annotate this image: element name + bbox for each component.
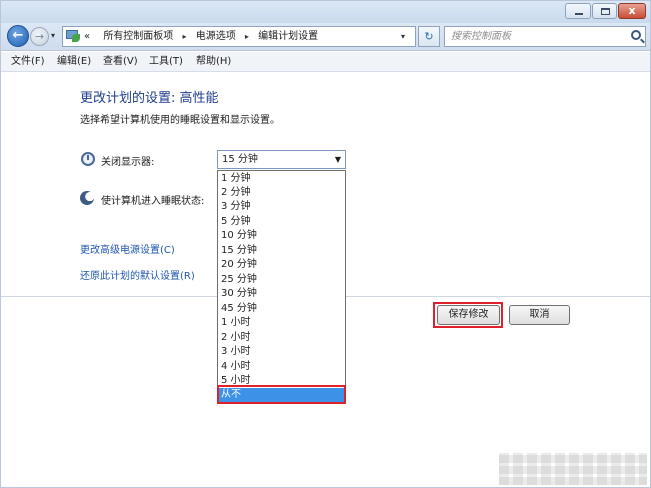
option-10-min[interactable]: 10 分钟 (218, 229, 345, 243)
display-off-select[interactable]: 15 分钟 ▼ (217, 150, 346, 169)
breadcrumb-edit-plan-settings[interactable]: 编辑计划设置 (258, 31, 318, 42)
minimize-icon (575, 13, 583, 15)
minimize-button[interactable] (565, 3, 591, 19)
advanced-power-settings-link[interactable]: 更改高级电源设置(C) (80, 241, 175, 256)
close-icon: x (628, 4, 636, 17)
page-description: 选择希望计算机使用的睡眠设置和显示设置。 (80, 115, 280, 126)
breadcrumb: « 所有控制面板项 ▸ 电源选项 ▸ 编辑计划设置 (84, 27, 318, 46)
display-off-label: 关闭显示器: (101, 157, 155, 168)
display-off-options-list: 1 分钟 2 分钟 3 分钟 5 分钟 10 分钟 15 分钟 20 分钟 25… (217, 170, 346, 404)
search-icon[interactable] (631, 30, 641, 40)
option-1-min[interactable]: 1 分钟 (218, 172, 345, 186)
option-3-min[interactable]: 3 分钟 (218, 200, 345, 214)
breadcrumb-separator-icon[interactable]: ▸ (177, 32, 193, 41)
option-30-min[interactable]: 30 分钟 (218, 287, 345, 301)
recent-pages-dropdown[interactable]: ▾ (51, 31, 55, 40)
breadcrumb-separator-icon (93, 32, 103, 41)
option-5-hour[interactable]: 5 小时 (218, 374, 345, 388)
menu-edit[interactable]: 编辑(E) (57, 52, 91, 71)
title-bar: x (1, 1, 650, 23)
breadcrumb-power-options[interactable]: 电源选项 (196, 31, 236, 42)
sleep-moon-icon (80, 191, 94, 205)
option-20-min[interactable]: 20 分钟 (218, 258, 345, 272)
breadcrumb-root-chevron-icon[interactable]: « (84, 31, 90, 42)
menu-file[interactable]: 文件(F) (11, 52, 45, 71)
option-2-hour[interactable]: 2 小时 (218, 331, 345, 345)
option-2-min[interactable]: 2 分钟 (218, 186, 345, 200)
close-button[interactable]: x (618, 3, 646, 19)
watermark (499, 453, 647, 485)
option-5-min[interactable]: 5 分钟 (218, 215, 345, 229)
page-title: 更改计划的设置: 高性能 (80, 91, 219, 106)
option-1-hour[interactable]: 1 小时 (218, 316, 345, 330)
address-dropdown-icon[interactable]: ▾ (401, 27, 405, 46)
address-bar[interactable]: « 所有控制面板项 ▸ 电源选项 ▸ 编辑计划设置 ▾ (62, 26, 416, 47)
menu-tools[interactable]: 工具(T) (149, 52, 183, 71)
option-3-hour[interactable]: 3 小时 (218, 345, 345, 359)
display-clock-icon (81, 152, 95, 166)
option-4-hour[interactable]: 4 小时 (218, 360, 345, 374)
control-panel-icon (66, 30, 80, 43)
forward-button[interactable]: → (30, 27, 49, 46)
cancel-button[interactable]: 取消 (509, 305, 570, 325)
option-15-min[interactable]: 15 分钟 (218, 244, 345, 258)
menu-bar: 文件(F) 编辑(E) 查看(V) 工具(T) 帮助(H) (1, 52, 650, 72)
option-never[interactable]: 从不 (218, 388, 345, 402)
menu-help[interactable]: 帮助(H) (196, 52, 231, 71)
maximize-button[interactable] (592, 3, 617, 19)
display-off-selected-value: 15 分钟 (222, 154, 258, 165)
restore-defaults-link[interactable]: 还原此计划的默认设置(R) (80, 267, 195, 282)
back-button[interactable]: ← (7, 25, 29, 47)
refresh-button[interactable]: ↻ (418, 26, 440, 47)
maximize-icon (601, 8, 610, 15)
breadcrumb-separator-icon[interactable]: ▸ (239, 32, 255, 41)
option-25-min[interactable]: 25 分钟 (218, 273, 345, 287)
option-45-min[interactable]: 45 分钟 (218, 302, 345, 316)
chevron-down-icon[interactable]: ▼ (335, 151, 341, 168)
control-panel-window: x ← → ▾ « 所有控制面板项 ▸ 电源选项 ▸ 编辑计划设置 ▾ ↻ 搜索… (0, 0, 651, 488)
sleep-label: 使计算机进入睡眠状态: (101, 196, 205, 207)
breadcrumb-all-control-panel-items[interactable]: 所有控制面板项 (103, 31, 173, 42)
navigation-bar: ← → ▾ « 所有控制面板项 ▸ 电源选项 ▸ 编辑计划设置 ▾ ↻ 搜索控制… (1, 23, 650, 51)
menu-view[interactable]: 查看(V) (103, 52, 138, 71)
search-placeholder: 搜索控制面板 (451, 31, 511, 42)
search-input[interactable]: 搜索控制面板 (444, 26, 646, 47)
save-changes-button[interactable]: 保存修改 (437, 305, 500, 325)
